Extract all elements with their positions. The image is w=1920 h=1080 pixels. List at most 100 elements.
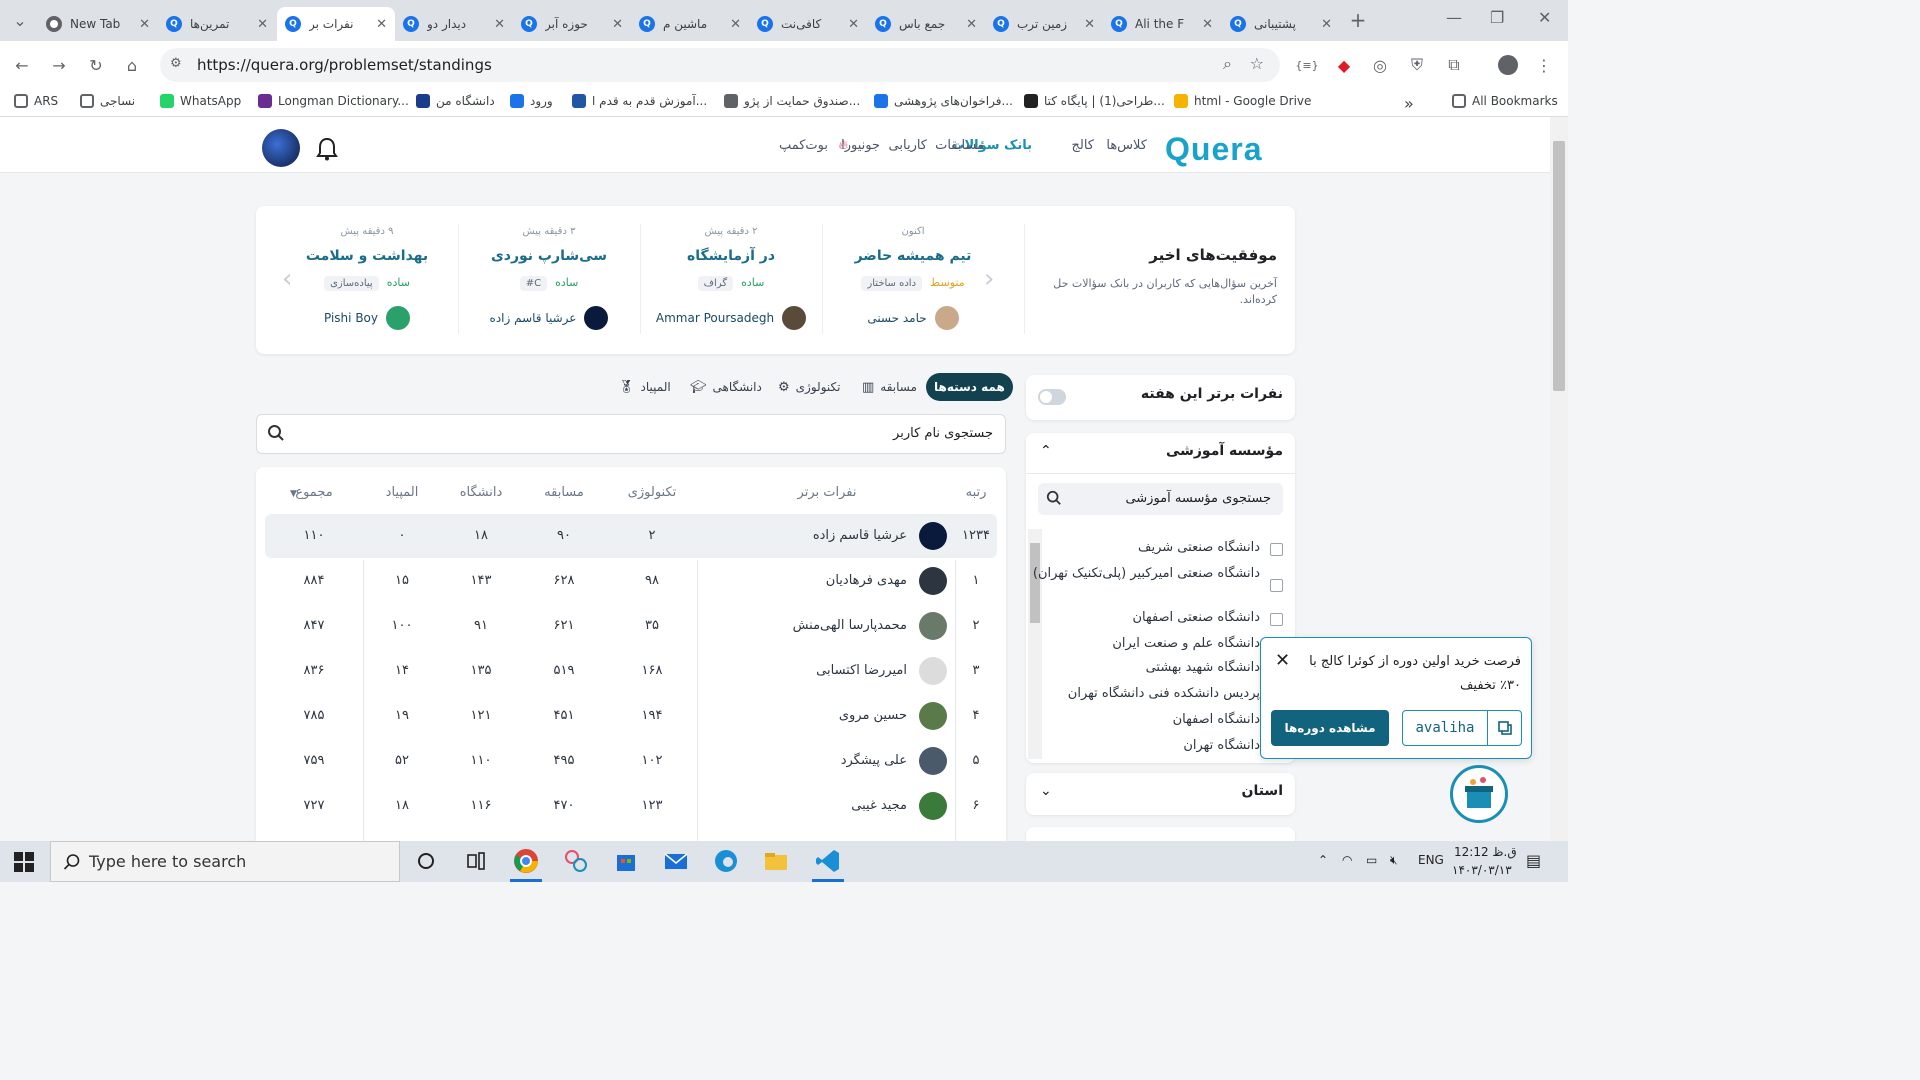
file-explorer-icon[interactable] [762, 847, 790, 875]
bookmark-0[interactable]: ARS [14, 94, 58, 108]
username-search-input[interactable]: جستجوی نام کاربر [256, 414, 1006, 454]
filter-chip-0[interactable]: همه دسته‌ها [926, 373, 1013, 401]
reload-icon[interactable]: ↻ [86, 55, 106, 75]
back-icon[interactable]: ← [12, 55, 32, 75]
bookmarks-overflow-icon[interactable]: » [1404, 94, 1414, 113]
table-row[interactable]: ۴ حسین مروی ۱۹۴ ۴۵۱ ۱۲۱ ۱۹ ۷۸۵ [265, 694, 997, 738]
battery-icon[interactable]: ▭ [1366, 853, 1377, 867]
tab-close-icon[interactable]: ✕ [1321, 17, 1332, 32]
table-row[interactable]: ۱ مهدی فرهادیان ۹۸ ۶۲۸ ۱۴۳ ۱۵ ۸۸۴ [265, 559, 997, 603]
institute-search-input[interactable]: جستجوی مؤسسه آموزشی [1038, 483, 1283, 515]
gift-box-icon[interactable] [1450, 765, 1508, 823]
chrome-icon[interactable] [512, 847, 540, 875]
bookmark-2[interactable]: WhatsApp [160, 94, 241, 108]
table-row[interactable]: ۵ علی پیشگرد ۱۰۲ ۴۹۵ ۱۱۰ ۵۲ ۷۵۹ [265, 739, 997, 783]
bookmark-3[interactable]: Longman Dictionary... [258, 94, 409, 108]
user-name[interactable]: حسین مروی [705, 694, 907, 738]
task-view-icon[interactable] [462, 847, 490, 875]
nav-item-6[interactable]: بوت‌کمپ [779, 138, 828, 153]
expand-chevron-icon[interactable]: ⌄ [1040, 783, 1052, 799]
windows-start-icon[interactable] [14, 852, 34, 876]
achievement-problem-name[interactable]: سی‌شارپ نوردی [458, 248, 640, 264]
language-indicator[interactable]: ENG [1418, 853, 1444, 867]
collapse-chevron-icon[interactable]: ⌃ [1040, 443, 1052, 459]
all-bookmarks[interactable]: All Bookmarks [1452, 94, 1558, 108]
home-icon[interactable]: ⌂ [122, 55, 142, 75]
achievement-user[interactable]: Pishi Boy [276, 306, 458, 330]
filter-chip-1[interactable]: ▥ مسابقه [854, 373, 925, 401]
extension-circle-icon[interactable]: ◎ [1370, 55, 1390, 75]
achievement-item-0[interactable]: اکنون تیم همیشه حاضر متوسط داده ساختار حامد … [822, 206, 1004, 354]
tab-7[interactable]: Q جمع باس ✕ [867, 7, 985, 41]
achievement-user[interactable]: عرشیا قاسم زاده [458, 306, 640, 330]
tab-search-icon[interactable]: ⌄ [10, 10, 30, 30]
tab-2[interactable]: Q نفرات بر ✕ [277, 7, 395, 41]
window-close-icon[interactable]: ✕ [1538, 8, 1551, 27]
tab-close-icon[interactable]: ✕ [966, 17, 977, 32]
minimize-icon[interactable]: — [1446, 8, 1462, 27]
sort-desc-icon[interactable]: ▼ [290, 489, 297, 499]
tab-close-icon[interactable]: ✕ [257, 17, 268, 32]
extension-shield-icon[interactable]: ⛨ [1407, 55, 1427, 75]
nav-item-1[interactable]: کالج [1071, 138, 1094, 153]
nav-item-3[interactable]: مسابقات [935, 138, 984, 153]
bookmark-8[interactable]: فراخوان‌های پژوهشی... [874, 94, 1013, 108]
volume-muted-icon[interactable]: 🔇︎ [1390, 853, 1398, 868]
institute-option[interactable]: دانشگاه صنعتی اصفهان [1030, 609, 1260, 627]
mail-icon[interactable] [662, 847, 690, 875]
store-icon[interactable] [612, 847, 640, 875]
tab-close-icon[interactable]: ✕ [139, 17, 150, 32]
tab-10[interactable]: Q پشتیبانی ✕ [1222, 7, 1340, 41]
forward-icon[interactable]: → [49, 55, 69, 75]
table-row[interactable]: ۱۲۳۴ عرشیا قاسم زاده ۲ ۹۰ ۱۸ ۰ ۱۱۰ [265, 514, 997, 558]
quera-logo[interactable]: Quera [1165, 131, 1262, 168]
institute-option[interactable]: دانشگاه شهید بهشتی [1030, 659, 1260, 677]
address-bar[interactable]: ⚙ https://quera.org/problemset/standings… [160, 48, 1280, 82]
filter-chip-4[interactable]: 🏅︎ المپیاد [610, 373, 679, 401]
achievement-item-2[interactable]: ۳ دقیقه پیش سی‌شارپ نوردی ساده C# عرشیا قاسم… [458, 206, 640, 354]
filter-chip-3[interactable]: 🎓︎ دانشگاهی [682, 373, 770, 401]
extension-red-icon[interactable]: ◆ [1334, 55, 1354, 75]
tab-close-icon[interactable]: ✕ [848, 17, 859, 32]
achievement-problem-name[interactable]: بهداشت و سلامت [276, 248, 458, 264]
profile-icon[interactable] [1498, 55, 1518, 75]
notification-bell-icon[interactable] [316, 137, 338, 165]
institute-option[interactable]: دانشگاه علم و صنعت ایران [1030, 635, 1260, 653]
vscode-icon[interactable] [814, 847, 842, 875]
user-name[interactable]: علی پیشگرد [705, 739, 907, 783]
tab-close-icon[interactable]: ✕ [494, 17, 505, 32]
nav-item-4[interactable]: کاریابی [889, 138, 927, 153]
institute-option[interactable]: دانشگاه اصفهان [1030, 711, 1260, 729]
page-scroll-thumb[interactable] [1553, 141, 1565, 391]
extensions-puzzle-icon[interactable]: ⧉ [1444, 55, 1464, 75]
view-courses-button[interactable]: مشاهده دوره‌ها [1271, 710, 1389, 746]
page-scrollbar[interactable] [1550, 117, 1568, 841]
bookmark-5[interactable]: ورود [510, 94, 553, 108]
achievement-item-1[interactable]: ۲ دقیقه پیش در آزمایشگاه ساده گراف Ammar Pou… [640, 206, 822, 354]
achievement-problem-name[interactable]: تیم همیشه حاضر [822, 248, 1004, 264]
nav-item-0[interactable]: کلاس‌ها [1106, 138, 1147, 153]
popup-close-icon[interactable]: ✕ [1275, 650, 1290, 671]
filter-chip-2[interactable]: ⚙ تکنولوژی [770, 373, 849, 401]
clock-time[interactable]: ق.ظ 12:12 [1454, 845, 1517, 859]
institute-checkbox[interactable] [1270, 579, 1283, 592]
user-name[interactable]: محمدپارسا الهی‌منش [705, 604, 907, 648]
new-tab-icon[interactable]: + [1348, 8, 1368, 32]
user-name[interactable]: امیررضا اکتسابی [705, 649, 907, 693]
tab-close-icon[interactable]: ✕ [376, 17, 387, 32]
tray-chevron-icon[interactable]: ⌃ [1318, 853, 1328, 867]
institute-checkbox[interactable] [1270, 543, 1283, 556]
tab-6[interactable]: Q کافی‌نت ✕ [749, 7, 867, 41]
menu-kebab-icon[interactable]: ⋮ [1534, 55, 1554, 75]
column-header-total[interactable]: مجموع [264, 485, 364, 500]
tab-8[interactable]: Q زمین ترب ✕ [985, 7, 1103, 41]
user-avatar[interactable] [262, 129, 300, 167]
tab-close-icon[interactable]: ✕ [730, 17, 741, 32]
achievement-user[interactable]: Ammar Poursadegh [640, 306, 822, 330]
achievement-item-3[interactable]: ۹ دقیقه پیش بهداشت و سلامت ساده پیاده‌سازی P… [276, 206, 458, 354]
tab-9[interactable]: Q Ali the F ✕ [1103, 7, 1221, 41]
institute-option[interactable]: دانشگاه صنعتی امیرکبیر (پلی‌تکنیک تهران) [1030, 565, 1260, 583]
bookmark-6[interactable]: آموزش قدم به قدم ا... [572, 94, 707, 108]
institute-option[interactable]: دانشگاه صنعتی شریف [1030, 539, 1260, 557]
paint-app-icon[interactable] [562, 847, 590, 875]
